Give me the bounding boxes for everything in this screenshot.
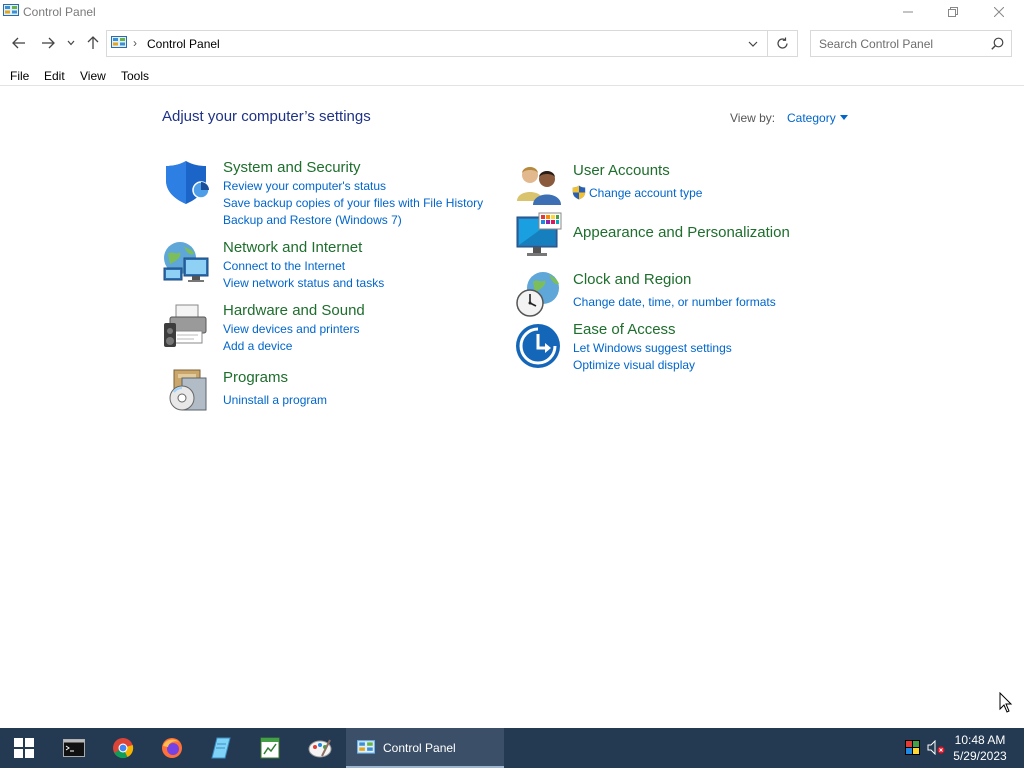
uac-shield-icon (572, 185, 586, 203)
menu-file[interactable]: File (10, 69, 29, 83)
arrow-left-icon (12, 37, 25, 49)
back-button[interactable] (8, 32, 30, 54)
page-title: Adjust your computer’s settings (162, 108, 371, 125)
menu-edit[interactable]: Edit (44, 69, 65, 83)
menu-tools[interactable]: Tools (121, 69, 149, 83)
chevron-down-icon (67, 40, 75, 46)
menu-view[interactable]: View (80, 69, 106, 83)
paint-icon[interactable] (296, 728, 344, 768)
close-button[interactable] (976, 0, 1022, 24)
printer-speaker-icon[interactable] (162, 301, 210, 349)
category-system-and-security[interactable]: System and Security (223, 159, 361, 176)
arrow-right-icon (42, 37, 55, 49)
link-uninstall-program[interactable]: Uninstall a program (223, 393, 327, 407)
arrow-up-icon (87, 36, 99, 49)
control-panel-icon (111, 36, 127, 50)
taskbar: Control Panel 10:48 AM 5/29/2023 (0, 728, 1024, 768)
view-by-dropdown[interactable]: Category (787, 111, 836, 125)
forward-button[interactable] (37, 32, 59, 54)
clock-time: 10:48 AM (954, 733, 1006, 747)
shield-icon[interactable] (162, 158, 210, 206)
link-review-computer-status[interactable]: Review your computer's status (223, 179, 386, 193)
programs-disc-icon[interactable] (162, 366, 210, 414)
recent-locations-button[interactable] (62, 32, 80, 54)
category-hardware-and-sound[interactable]: Hardware and Sound (223, 302, 365, 319)
mouse-cursor-icon (999, 691, 1013, 717)
link-windows-suggest-settings[interactable]: Let Windows suggest settings (573, 341, 732, 355)
firefox-icon[interactable] (148, 728, 196, 768)
link-change-date-time-formats[interactable]: Change date, time, or number formats (573, 295, 776, 309)
clock-globe-icon[interactable] (515, 270, 563, 318)
control-panel-icon (357, 740, 375, 759)
link-optimize-visual-display[interactable]: Optimize visual display (573, 358, 695, 372)
control-panel-icon (3, 4, 19, 18)
color-tray-icon[interactable] (905, 740, 920, 758)
link-file-history[interactable]: Save backup copies of your files with Fi… (223, 196, 483, 210)
dropdown-caret-icon[interactable] (840, 115, 848, 120)
category-ease-of-access[interactable]: Ease of Access (573, 321, 676, 338)
title-bar: Control Panel (0, 0, 1024, 24)
restore-button[interactable] (930, 0, 976, 24)
search-input[interactable]: Search Control Panel (810, 30, 1012, 57)
category-clock-and-region[interactable]: Clock and Region (573, 271, 691, 288)
minimize-button[interactable] (885, 0, 931, 24)
view-by-label: View by: (730, 111, 776, 125)
taskbar-control-panel-button[interactable]: Control Panel (346, 728, 504, 768)
link-devices-printers[interactable]: View devices and printers (223, 322, 360, 336)
monitor-palette-icon[interactable] (515, 211, 563, 259)
link-change-account-type[interactable]: Change account type (589, 186, 702, 200)
link-backup-restore[interactable]: Backup and Restore (Windows 7) (223, 213, 402, 227)
clock[interactable]: 10:48 AM 5/29/2023 (944, 732, 1016, 764)
category-network-and-internet[interactable]: Network and Internet (223, 239, 362, 256)
ease-of-access-icon[interactable] (515, 322, 563, 370)
category-user-accounts[interactable]: User Accounts (573, 162, 670, 179)
breadcrumb-control-panel[interactable]: Control Panel (147, 37, 220, 51)
category-appearance-and-personalization[interactable]: Appearance and Personalization (573, 224, 790, 241)
notepad-icon[interactable] (197, 728, 245, 768)
category-programs[interactable]: Programs (223, 369, 288, 386)
link-connect-internet[interactable]: Connect to the Internet (223, 259, 345, 273)
network-globe-icon[interactable] (162, 238, 210, 286)
refresh-icon (777, 37, 788, 49)
spreadsheet-icon[interactable] (246, 728, 294, 768)
refresh-button[interactable] (767, 31, 797, 56)
taskbar-window-label: Control Panel (383, 741, 456, 755)
up-button[interactable] (82, 32, 104, 54)
address-dropdown-button[interactable] (739, 31, 767, 56)
speaker-muted-icon[interactable] (927, 739, 945, 758)
windows-start-icon[interactable] (0, 728, 48, 768)
chevron-down-icon (748, 41, 758, 47)
link-network-status[interactable]: View network status and tasks (223, 276, 384, 290)
search-icon[interactable] (991, 37, 1004, 53)
search-placeholder: Search Control Panel (819, 37, 934, 51)
users-icon[interactable] (515, 161, 563, 209)
menu-bar: File Edit View Tools (0, 64, 1024, 86)
clock-date: 5/29/2023 (953, 749, 1007, 763)
address-bar[interactable]: › Control Panel (106, 30, 798, 57)
chrome-icon[interactable] (99, 728, 147, 768)
terminal-icon[interactable] (50, 728, 98, 768)
breadcrumb-separator[interactable]: › (133, 36, 137, 50)
link-add-device[interactable]: Add a device (223, 339, 292, 353)
window-title: Control Panel (23, 5, 96, 19)
